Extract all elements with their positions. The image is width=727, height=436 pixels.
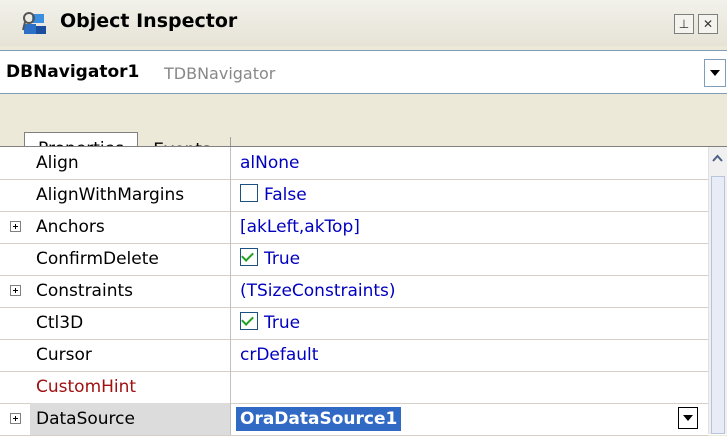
property-value[interactable]: [akLeft,akTop] [232,211,706,243]
property-value[interactable]: True [232,307,706,339]
property-value[interactable]: crDefault [232,339,706,371]
property-grid: Align alNone AlignWithMargins False Anch… [0,146,727,436]
value-dropdown-button[interactable] [678,407,698,429]
property-row[interactable]: AlignWithMargins False [0,179,708,212]
property-name: ConfirmDelete [30,243,231,275]
checkmark-icon [241,249,254,262]
checkbox[interactable] [240,184,258,202]
expand-icon[interactable] [10,413,21,424]
component-dropdown-button[interactable] [704,59,726,87]
expand-icon[interactable] [10,221,21,232]
selected-value-text[interactable]: OraDataSource1 [236,407,402,431]
property-name: DataSource [30,403,231,435]
checkmark-icon [241,313,254,326]
pin-icon[interactable]: ⊥ [674,14,694,34]
chevron-down-icon [710,70,720,76]
property-row[interactable]: Anchors [akLeft,akTop] [0,211,708,244]
property-row[interactable]: Ctl3D True [0,307,708,340]
object-inspector-icon [22,12,46,34]
property-value[interactable]: True [232,243,706,275]
property-name: Constraints [30,275,231,307]
property-name: Align [30,147,231,179]
component-name: DBNavigator1 [6,62,140,82]
property-row-selected[interactable]: DataSource OraDataSource1 [0,403,708,436]
property-value-text: True [264,313,301,333]
property-value[interactable] [232,371,706,403]
property-name: Ctl3D [30,307,231,339]
chevron-down-icon [683,415,693,421]
scrollbar-thumb[interactable] [711,176,725,434]
component-selector[interactable]: DBNavigator1 TDBNavigator [0,50,727,94]
property-name: AlignWithMargins [30,179,231,211]
property-row[interactable]: Constraints (TSizeConstraints) [0,275,708,308]
property-value-text: True [264,249,301,269]
property-row[interactable]: Align alNone [0,147,708,180]
property-value-text: False [264,185,307,205]
property-name: CustomHint [30,371,231,403]
scroll-up-icon[interactable] [710,151,725,166]
checkbox-checked[interactable] [240,248,258,266]
component-type: TDBNavigator [164,64,276,83]
property-row[interactable]: Cursor crDefault [0,339,708,372]
property-name: Anchors [30,211,231,243]
checkbox-checked[interactable] [240,312,258,330]
property-name: Cursor [30,339,231,371]
close-icon[interactable]: ✕ [698,14,718,34]
property-value-editor[interactable]: OraDataSource1 [232,403,706,435]
property-row[interactable]: ConfirmDelete True [0,243,708,276]
property-row[interactable]: CustomHint [0,371,708,404]
expand-icon[interactable] [10,285,21,296]
window-title: Object Inspector [60,10,238,32]
property-value[interactable]: alNone [232,147,706,179]
property-value[interactable]: (TSizeConstraints) [232,275,706,307]
property-value[interactable]: False [232,179,706,211]
